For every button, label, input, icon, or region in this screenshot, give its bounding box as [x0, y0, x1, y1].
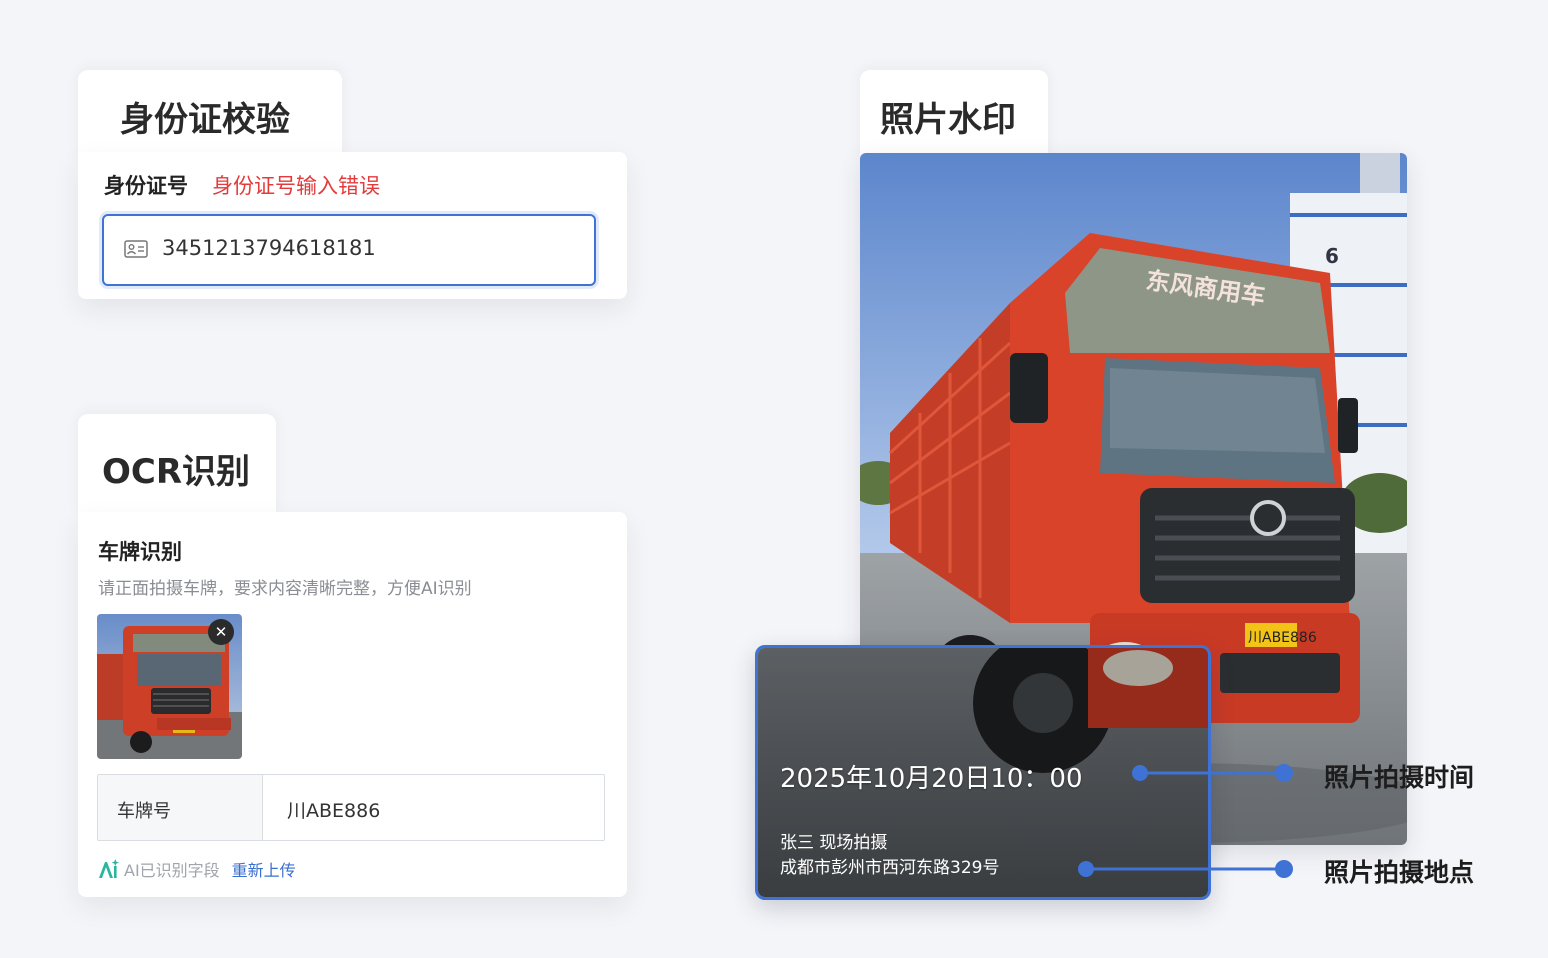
callout-time-label: 照片拍摄时间: [1324, 763, 1475, 792]
place-connector-end-dot: [1275, 860, 1293, 878]
ai-recognized-row: AI已识别字段 重新上传: [98, 858, 296, 880]
tab-watermark-title: 照片水印: [880, 100, 1016, 140]
building-number: 6: [1325, 244, 1339, 268]
close-icon: ✕: [214, 623, 228, 641]
tab-ocr: OCR识别: [78, 414, 276, 514]
ocr-card: 车牌识别 请正面拍摄车牌，要求内容清晰完整，方便AI识别 ✕ 车牌号 川ABE8…: [78, 512, 627, 897]
tab-id-check: 身份证校验: [78, 70, 342, 160]
plate-recognition-title: 车牌识别: [98, 540, 182, 564]
id-check-card: 身份证号 身份证号输入错误 3451213794618181: [78, 152, 627, 299]
remove-photo-button[interactable]: ✕: [208, 619, 234, 645]
id-error-message: 身份证号输入错误: [212, 174, 380, 198]
reupload-link[interactable]: 重新上传: [232, 857, 296, 881]
id-number-value: 3451213794618181: [162, 236, 376, 260]
id-card-icon: [124, 240, 148, 258]
tab-ocr-title: OCR识别: [102, 452, 251, 492]
ai-recognized-label: AI已识别字段: [124, 861, 220, 880]
ocr-result-table: 车牌号 川ABE886: [97, 774, 605, 841]
watermark-person: 张三 现场拍摄: [780, 833, 888, 853]
tab-watermark: 照片水印: [860, 70, 1048, 162]
photo-plate-text: 川ABE886: [1248, 630, 1317, 646]
plate-number-value[interactable]: 川ABE886: [263, 775, 604, 840]
ai-sparkle-icon: [99, 859, 119, 878]
id-field-label: 身份证号: [104, 174, 188, 198]
watermark-time: 2025年10月20日10：00: [780, 764, 1083, 794]
watermark-preview: 2025年10月20日10：00 张三 现场拍摄 成都市彭州市西河东路329号: [755, 645, 1211, 900]
watermark-place: 成都市彭州市西河东路329号: [780, 858, 1000, 878]
plate-recognition-hint: 请正面拍摄车牌，要求内容清晰完整，方便AI识别: [98, 579, 472, 599]
tab-id-check-title: 身份证校验: [120, 100, 290, 140]
id-number-input[interactable]: 3451213794618181: [102, 214, 596, 286]
callout-place-label: 照片拍摄地点: [1324, 858, 1475, 887]
plate-number-key: 车牌号: [98, 775, 263, 840]
